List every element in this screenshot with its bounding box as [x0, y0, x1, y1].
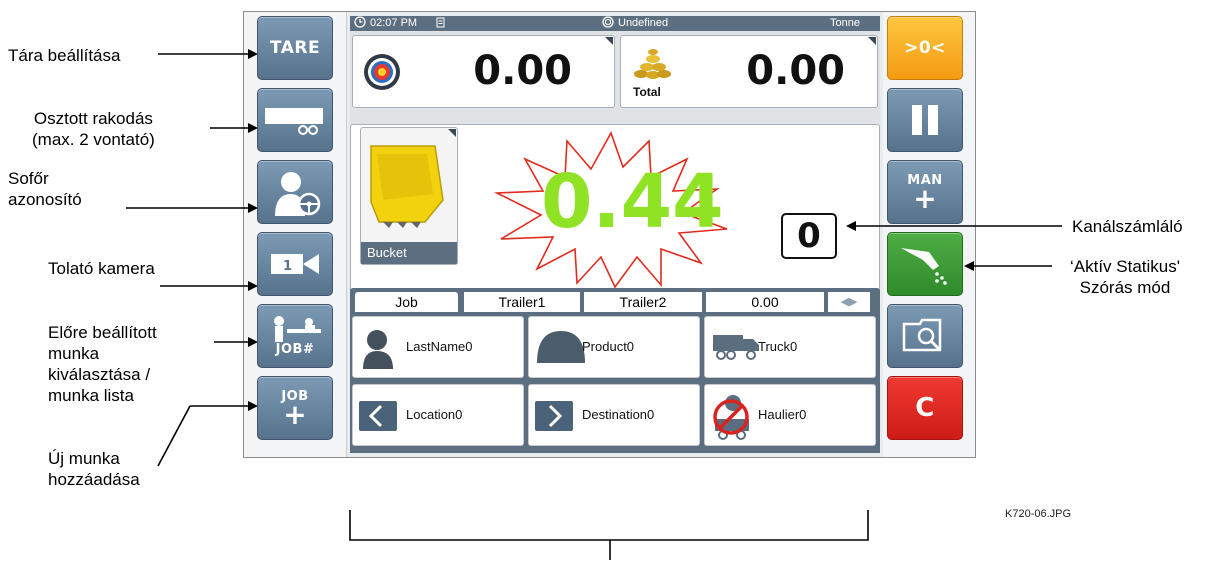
connector-line	[157, 405, 191, 467]
annotation-lines	[126, 49, 1062, 560]
bracket-line	[349, 510, 869, 541]
